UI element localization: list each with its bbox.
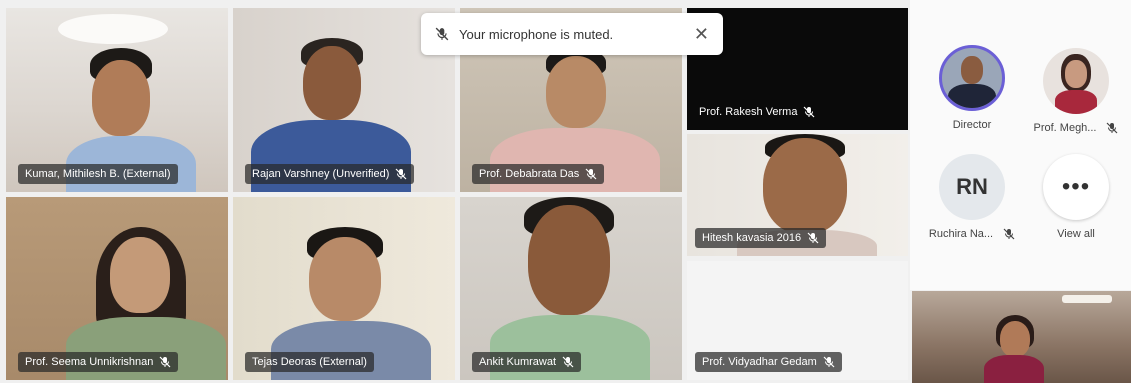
participant-name: Hitesh kavasia 2016 [702, 232, 802, 244]
participant-name-tag: Kumar, Mithilesh B. (External) [18, 164, 178, 184]
participant-video [972, 315, 1062, 383]
video-tile-tejas[interactable]: Tejas Deoras (External) [233, 197, 455, 380]
participant-name-tag: Prof. Debabrata Das [472, 164, 605, 184]
mic-off-icon [1107, 122, 1118, 134]
mic-off-icon [804, 106, 815, 118]
ceiling-light [1062, 295, 1112, 303]
avatar [1043, 48, 1109, 114]
sidebar-participant-director[interactable]: Director [922, 45, 1022, 131]
mic-off-icon [159, 356, 171, 368]
close-icon[interactable]: ✕ [694, 24, 709, 45]
sidebar-participant-ruchira[interactable]: RN Ruchira Na... [922, 154, 1022, 240]
participant-name-tag: Rajan Varshney (Unverified) [245, 164, 415, 184]
participant-name-tag: Tejas Deoras (External) [245, 352, 374, 372]
participant-name: Prof. Rakesh Verma [699, 106, 798, 118]
participant-name-tag: Prof. Seema Unnikrishnan [18, 352, 179, 372]
mic-off-icon [395, 168, 407, 180]
participant-name: Tejas Deoras (External) [252, 356, 367, 368]
mic-off-icon [823, 356, 835, 368]
mic-off-icon [562, 356, 574, 368]
view-all-label: View all [1057, 228, 1095, 240]
participant-name: Prof. Vidyadhar Gedam [702, 356, 817, 368]
participant-label: Ruchira Na... [928, 228, 994, 240]
video-tile-hitesh[interactable]: Hitesh kavasia 2016 [687, 134, 908, 256]
participant-label: Prof. Megh... [1033, 122, 1097, 134]
participant-name-tag: Ankit Kumrawat [472, 352, 582, 372]
avatar [939, 45, 1005, 111]
video-tile-seema[interactable]: Prof. Seema Unnikrishnan [6, 197, 228, 380]
video-tile-ankit[interactable]: Ankit Kumrawat [460, 197, 682, 380]
avatar-initials: RN [939, 154, 1005, 220]
sidebar-participant-megh[interactable]: Prof. Megh... [1026, 48, 1126, 134]
participant-name: Prof. Seema Unnikrishnan [25, 356, 154, 368]
participant-label: Director [952, 119, 992, 131]
participant-name-tag: Hitesh kavasia 2016 [695, 228, 827, 248]
video-tile-kumar[interactable]: Kumar, Mithilesh B. (External) [6, 8, 228, 192]
more-icon: ••• [1043, 154, 1109, 220]
participant-name-tag: Prof. Rakesh Verma [695, 102, 819, 122]
video-tile-vidyadhar[interactable]: Prof. Vidyadhar Gedam [687, 261, 908, 380]
mic-muted-toast: Your microphone is muted. ✕ [421, 13, 723, 55]
view-all-button[interactable]: ••• View all [1026, 154, 1126, 240]
participant-name: Ankit Kumrawat [479, 356, 557, 368]
mic-off-icon [807, 232, 819, 244]
participant-sidebar: Director Prof. Megh... RN Ruchira Na... … [910, 0, 1131, 290]
mic-off-icon [585, 168, 597, 180]
mic-off-icon [435, 27, 449, 41]
participant-name: Prof. Debabrata Das [479, 168, 580, 180]
self-view-preview[interactable] [912, 291, 1131, 383]
participant-name-tag: Prof. Vidyadhar Gedam [695, 352, 842, 372]
participant-name: Rajan Varshney (Unverified) [252, 168, 390, 180]
participant-name: Kumar, Mithilesh B. (External) [25, 168, 171, 180]
ceiling-light [58, 14, 168, 44]
toast-message: Your microphone is muted. [459, 26, 614, 42]
mic-off-icon [1003, 228, 1015, 240]
